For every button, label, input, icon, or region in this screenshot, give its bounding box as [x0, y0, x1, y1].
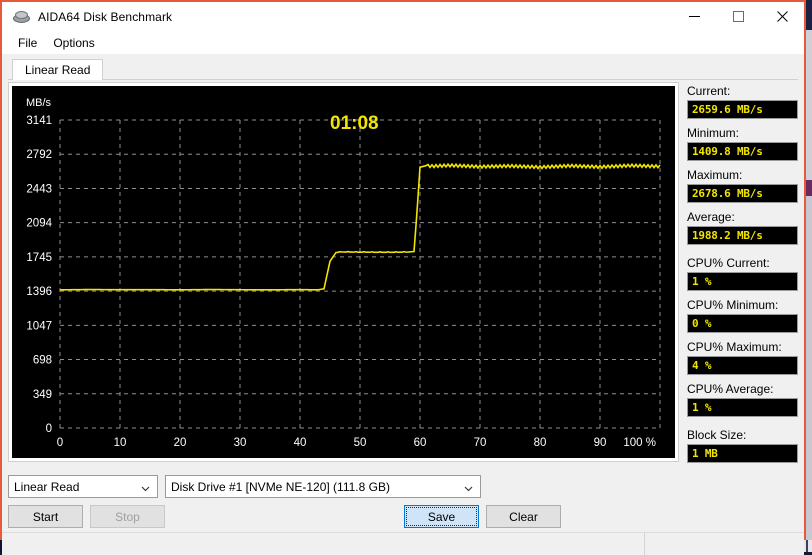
- y-tick-label: 698: [33, 355, 52, 367]
- save-button[interactable]: Save: [404, 505, 479, 528]
- elapsed-timer-label: 01:08: [330, 113, 379, 134]
- y-tick-label: 349: [33, 389, 52, 401]
- stat-maximum-value: 2678.6 MB/s: [692, 187, 763, 200]
- x-tick-label: 0: [57, 437, 63, 449]
- stat-cpu-minimum: CPU% Minimum: 0 %: [687, 298, 798, 333]
- stat-average-box: 1988.2 MB/s: [687, 226, 798, 245]
- test-mode-value: Linear Read: [14, 479, 80, 494]
- stat-block-size-value: 1 MB: [692, 447, 718, 460]
- stat-block-size: Block Size: 1 MB: [687, 428, 798, 463]
- stat-cpu-minimum-label: CPU% Minimum:: [687, 298, 779, 312]
- stat-cpu-current: CPU% Current: 1 %: [687, 256, 798, 291]
- stat-current-label: Current:: [687, 84, 731, 98]
- aida64-disk-benchmark-window: AIDA64 Disk Benchmark File Options Linea…: [0, 0, 806, 555]
- test-mode-dropdown[interactable]: Linear Read: [8, 475, 158, 498]
- stat-current: Current: 2659.6 MB/s: [687, 84, 798, 119]
- window-controls: [672, 2, 804, 31]
- maximize-icon[interactable]: [716, 2, 760, 31]
- chart-y-axis-unit-label: MB/s: [26, 97, 52, 109]
- x-tick-label: 70: [474, 437, 487, 449]
- stat-minimum-label: Minimum:: [687, 126, 740, 140]
- stat-cpu-current-value: 1 %: [692, 275, 712, 288]
- tab-linear-read[interactable]: Linear Read: [12, 59, 104, 80]
- benchmark-graph-svg: 0 349 698 1047 1396 1745 2094 2443 2792 3141 0 10 2…: [12, 86, 675, 458]
- x-tick-label: 50: [354, 437, 367, 449]
- stat-minimum-box: 1409.8 MB/s: [687, 142, 798, 161]
- chevron-down-icon: [141, 482, 150, 492]
- y-tick-label: 1396: [26, 286, 52, 298]
- stat-current-value: 2659.6 MB/s: [692, 103, 763, 116]
- stat-block-size-label: Block Size:: [687, 428, 747, 442]
- clear-button[interactable]: Clear: [486, 505, 561, 528]
- y-tick-label: 1047: [26, 320, 52, 332]
- x-tick-label: 30: [234, 437, 247, 449]
- y-tick-label: 1745: [26, 252, 52, 264]
- y-tick-label: 2443: [26, 183, 52, 195]
- chevron-down-icon: [464, 482, 473, 492]
- menu-item-options[interactable]: Options: [45, 34, 102, 52]
- start-button[interactable]: Start: [8, 505, 83, 528]
- stat-maximum-label: Maximum:: [687, 168, 743, 182]
- close-icon[interactable]: [760, 2, 804, 31]
- x-tick-label: 10: [114, 437, 127, 449]
- menu-bar: File Options: [2, 31, 804, 54]
- title-bar[interactable]: AIDA64 Disk Benchmark: [2, 2, 804, 31]
- stat-cpu-average-label: CPU% Average:: [687, 382, 774, 396]
- stat-cpu-maximum-value: 4 %: [692, 359, 712, 372]
- disk-drive-dropdown[interactable]: Disk Drive #1 [NVMe NE-120] (111.8 GB): [165, 475, 481, 498]
- background-window-right-edge: [806, 0, 812, 552]
- stat-cpu-minimum-box: 0 %: [687, 314, 798, 333]
- chart-background: [12, 86, 675, 458]
- stat-cpu-average-value: 1 %: [692, 401, 712, 414]
- statistics-panel: Current: 2659.6 MB/s Minimum: 1409.8 MB/…: [679, 82, 798, 470]
- tab-strip: Linear Read: [8, 59, 798, 80]
- y-tick-label: 2094: [26, 218, 52, 230]
- button-row: Start Stop Save Clear: [8, 505, 798, 528]
- x-tick-label: 40: [294, 437, 307, 449]
- y-tick-label: 0: [46, 423, 52, 435]
- disk-drive-icon: [12, 9, 30, 25]
- stat-average: Average: 1988.2 MB/s: [687, 210, 798, 245]
- stat-cpu-current-box: 1 %: [687, 272, 798, 291]
- x-tick-label: 60: [414, 437, 427, 449]
- benchmark-graph: 0 349 698 1047 1396 1745 2094 2443 2792 3141 0 10 2…: [12, 86, 675, 458]
- stat-maximum-box: 2678.6 MB/s: [687, 184, 798, 203]
- bottom-controls: Linear Read Disk Drive #1 [NVMe NE-120] …: [8, 470, 798, 532]
- chart-and-stats-row: 0 349 698 1047 1396 1745 2094 2443 2792 3141 0 10 2…: [8, 80, 798, 470]
- stat-cpu-maximum-label: CPU% Maximum:: [687, 340, 782, 354]
- stat-minimum: Minimum: 1409.8 MB/s: [687, 126, 798, 161]
- stat-cpu-maximum-box: 4 %: [687, 356, 798, 375]
- y-tick-label: 3141: [26, 115, 52, 127]
- selector-row: Linear Read Disk Drive #1 [NVMe NE-120] …: [8, 475, 798, 498]
- menu-item-file[interactable]: File: [10, 34, 45, 52]
- minimize-icon[interactable]: [672, 2, 716, 31]
- window-title: AIDA64 Disk Benchmark: [38, 9, 173, 24]
- stop-button: Stop: [90, 505, 165, 528]
- stat-cpu-maximum: CPU% Maximum: 4 %: [687, 340, 798, 375]
- chart-panel: 0 349 698 1047 1396 1745 2094 2443 2792 3141 0 10 2…: [8, 82, 679, 462]
- save-button-focus-ring: [406, 507, 477, 526]
- stat-average-label: Average:: [687, 210, 735, 224]
- stat-cpu-average: CPU% Average: 1 %: [687, 382, 798, 417]
- stat-minimum-value: 1409.8 MB/s: [692, 145, 763, 158]
- x-tick-label: 100 %: [623, 437, 656, 449]
- x-tick-label: 80: [534, 437, 547, 449]
- stat-cpu-current-label: CPU% Current:: [687, 256, 770, 270]
- x-tick-label: 20: [174, 437, 187, 449]
- stat-block-size-box: 1 MB: [687, 444, 798, 463]
- stat-cpu-minimum-value: 0 %: [692, 317, 712, 330]
- y-tick-label: 2792: [26, 149, 52, 161]
- x-tick-label: 90: [594, 437, 607, 449]
- stat-maximum: Maximum: 2678.6 MB/s: [687, 168, 798, 203]
- stat-cpu-average-box: 1 %: [687, 398, 798, 417]
- tab-strip-underline: [8, 79, 798, 80]
- stat-average-value: 1988.2 MB/s: [692, 229, 763, 242]
- client-area: Linear Read 0 349 698 1047 1396 1745 2094 2443 2…: [2, 54, 804, 555]
- disk-drive-value: Disk Drive #1 [NVMe NE-120] (111.8 GB): [171, 479, 390, 494]
- stat-current-box: 2659.6 MB/s: [687, 100, 798, 119]
